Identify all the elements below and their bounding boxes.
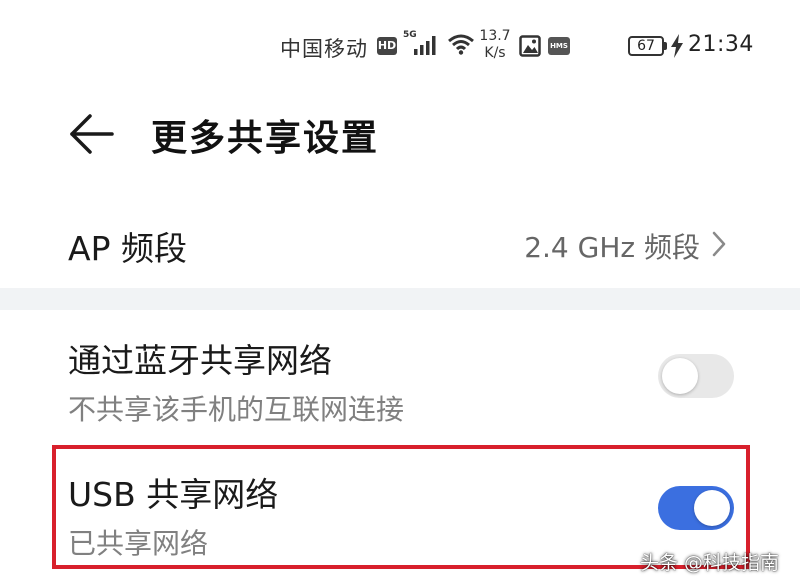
speed-unit: K/s: [484, 45, 506, 61]
usb-tether-switch[interactable]: [658, 486, 734, 530]
ap-band-label: AP 频段: [68, 229, 187, 268]
usb-tether-title: USB 共享网络: [68, 475, 279, 514]
status-bar: 中国移动 HD 5G 13.7 K/s HMS 67 21:34: [0, 0, 800, 90]
bluetooth-tether-subtitle: 不共享该手机的互联网连接: [68, 393, 405, 426]
clock: 21:34: [688, 32, 754, 57]
switch-knob: [694, 490, 730, 526]
photo-icon: [519, 35, 541, 61]
bluetooth-tether-title: 通过蓝牙共享网络: [68, 341, 332, 380]
hd-badge: HD: [377, 37, 397, 55]
wifi-icon: [447, 33, 475, 59]
usb-tether-subtitle: 已共享网络: [68, 527, 209, 560]
signal-bars-icon: [413, 35, 439, 59]
battery-indicator: 67: [628, 36, 664, 56]
section-divider: [0, 288, 800, 310]
switch-knob: [662, 358, 698, 394]
battery-tip: [664, 42, 667, 50]
speed-value: 13.7: [479, 28, 511, 44]
ap-band-value: 2.4 GHz 频段: [524, 231, 700, 264]
ap-band-row[interactable]: AP 频段 2.4 GHz 频段: [0, 200, 800, 288]
carrier-name: 中国移动: [280, 37, 368, 61]
bluetooth-tether-switch[interactable]: [658, 354, 734, 398]
watermark: 头条 @科技指南: [640, 552, 780, 574]
charging-bolt-icon: [670, 34, 684, 62]
chevron-right-icon: [711, 230, 727, 262]
bluetooth-tether-row: 通过蓝牙共享网络 不共享该手机的互联网连接: [0, 312, 800, 442]
page-title: 更多共享设置: [151, 118, 380, 159]
arrow-left-icon: [64, 114, 120, 164]
hms-badge: HMS: [548, 37, 570, 55]
back-button[interactable]: [64, 108, 120, 160]
network-speed: 13.7 K/s: [477, 28, 513, 62]
